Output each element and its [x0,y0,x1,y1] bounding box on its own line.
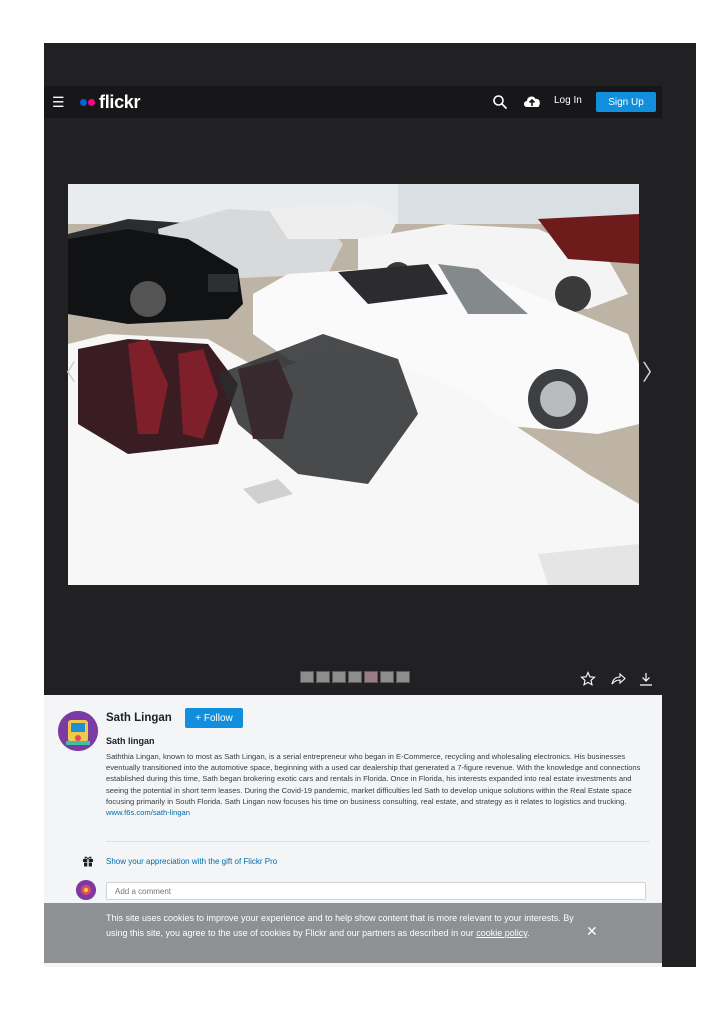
cookie-text-suffix: . [527,928,530,938]
filmstrip-thumbnail[interactable] [380,671,394,683]
description-text: Saththia Lingan, known to most as Sath L… [106,752,641,806]
previous-photo-icon[interactable]: 〈 [54,359,76,387]
owner-name-link[interactable]: Sath Lingan [106,712,172,724]
filmstrip-thumbnail[interactable] [364,671,378,683]
search-icon[interactable] [492,94,508,110]
logo-blue-dot [80,98,87,106]
description-link[interactable]: www.f6s.com/sath-lingan [106,807,646,818]
viewer-frame: ☰ flickr Log In Sign Up 〈 〉 Sath Lingan … [44,43,696,967]
top-navigation: ☰ flickr Log In Sign Up [44,86,662,118]
upload-cloud-icon[interactable] [522,92,542,110]
flickr-logo[interactable]: flickr [80,91,141,112]
filmstrip-thumbnail[interactable] [300,671,314,683]
gift-icon [83,856,93,867]
photo-title: Sath lingan [106,736,155,746]
filmstrip-thumbnail[interactable] [348,671,362,683]
logo-pink-dot [88,98,95,106]
hamburger-menu-icon[interactable]: ☰ [52,94,65,110]
download-icon[interactable] [638,671,654,687]
photo-filmstrip [300,671,410,683]
comment-input[interactable] [106,882,646,900]
cookie-policy-link[interactable]: cookie policy [476,928,527,938]
login-link[interactable]: Log In [554,95,582,106]
next-photo-icon[interactable]: 〉 [642,359,664,387]
close-icon[interactable]: ✕ [586,924,600,938]
filmstrip-thumbnail[interactable] [316,671,330,683]
signup-button[interactable]: Sign Up [596,92,656,112]
follow-button[interactable]: + Follow [185,708,243,728]
share-icon[interactable] [610,671,626,687]
commenter-avatar [76,880,96,900]
cookie-banner: This site uses cookies to improve your e… [44,903,662,963]
cookie-message: This site uses cookies to improve your e… [106,911,576,941]
filmstrip-thumbnail[interactable] [332,671,346,683]
gift-flickr-pro-link[interactable]: Show your appreciation with the gift of … [106,857,277,866]
logo-wordmark: flickr [99,91,141,112]
filmstrip-thumbnail[interactable] [396,671,410,683]
photo-description: Saththia Lingan, known to most as Sath L… [106,751,646,818]
section-divider [106,841,650,842]
owner-avatar[interactable] [58,711,98,751]
favorite-star-icon[interactable] [580,671,596,687]
main-photo [68,184,639,585]
